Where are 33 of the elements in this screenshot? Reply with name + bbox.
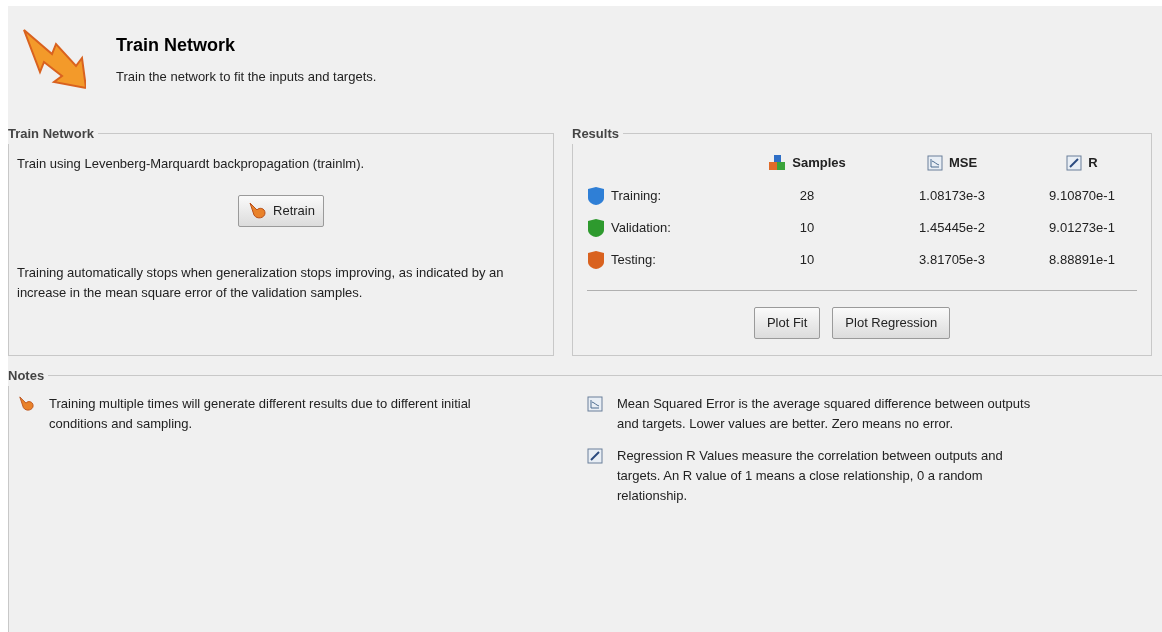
- pencil-icon: [587, 447, 603, 464]
- note-text: Mean Squared Error is the average squared difference between outputs and targets. Lower values are better. Zero means no error.: [617, 394, 1032, 433]
- table-cell-text: 1.08173e-3: [918, 186, 986, 205]
- column-header: R: [1088, 153, 1098, 172]
- table-cell-text: 9.01273e-1: [1048, 218, 1116, 237]
- table-cell-text: 28: [798, 186, 816, 205]
- row-label: Validation:: [611, 218, 671, 237]
- table-cell-text: 10: [798, 218, 816, 237]
- group-title: Results: [572, 125, 620, 143]
- chart-icon: [587, 395, 603, 412]
- table-cell-text: 8.88891e-1: [1048, 250, 1116, 269]
- table-cell-text: 1.45445e-2: [918, 218, 986, 237]
- plot-button[interactable]: Plot Regression: [832, 306, 951, 339]
- column-header: Samples: [792, 153, 846, 172]
- note-text: Training multiple times will generate different results due to different initial conditions and sampling.: [49, 394, 472, 433]
- chart-icon: [926, 154, 943, 171]
- training-method-text: Train using Levenberg-Marquardt backpropagation (trainlm).: [17, 154, 366, 173]
- pencil-icon: [1066, 154, 1083, 171]
- note-text: Regression R Values measure the correlation between outputs and targets. An R value of 1 means a close relationship, 0 a random relationship.: [617, 446, 1004, 505]
- column-header: MSE: [948, 153, 978, 172]
- group-title: Notes: [8, 367, 46, 385]
- row-label: Testing:: [611, 250, 656, 269]
- retrain-button[interactable]: Retrain: [238, 195, 324, 227]
- training-stop-note: Training automatically stops when generalization stops improving, as indicated by an increase in the mean square error of the validation samples.: [17, 264, 505, 302]
- table-cell-text: 10: [798, 250, 816, 269]
- plot-button[interactable]: Plot Fit: [753, 306, 821, 339]
- table-cell-text: 3.81705e-3: [918, 250, 986, 269]
- page-title: Train Network: [116, 34, 237, 57]
- samples-icon: [768, 153, 787, 172]
- group-title: Train Network: [8, 125, 95, 143]
- table-cell-text: 9.10870e-1: [1048, 186, 1116, 205]
- page-subtitle: Train the network to fit the inputs and targets.: [116, 68, 377, 86]
- row-label: Training:: [611, 186, 662, 205]
